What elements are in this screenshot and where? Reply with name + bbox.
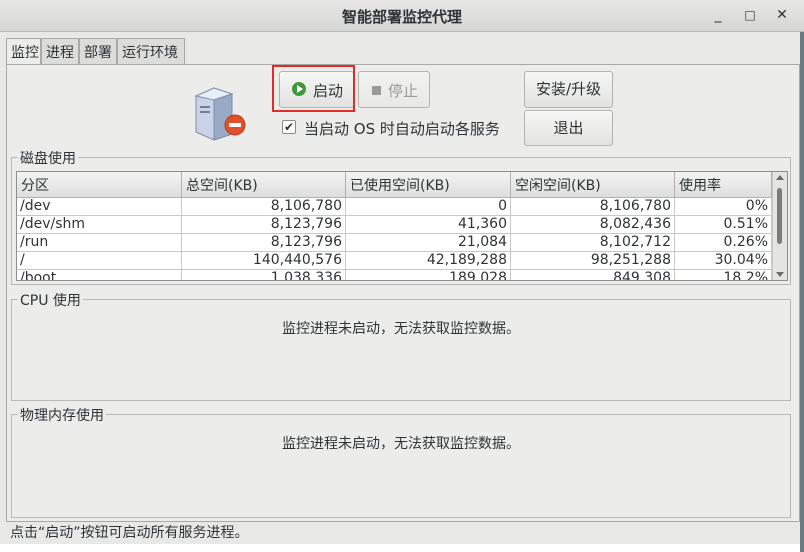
window-title: 智能部署监控代理 [341,8,462,26]
cell-used: 42,189,288 [346,252,511,270]
tab-runtime-env[interactable]: 运行环境 [117,38,185,65]
background-window-strip [0,544,804,552]
cell-total: 140,440,576 [182,252,346,270]
cell-used: 189,028 [346,270,511,280]
scroll-up-icon[interactable] [776,175,784,180]
desktop-edge [800,32,804,552]
server-stopped-icon [194,87,246,141]
column-header-total[interactable]: 总空间(KB) [182,172,346,198]
start-button-highlight [272,65,355,112]
cell-total: 1,038,336 [182,270,346,280]
cell-partition: /boot [17,270,182,280]
vertical-scrollbar[interactable] [772,172,787,280]
cell-partition: /run [17,234,182,252]
exit-button[interactable]: 退出 [524,110,613,146]
table-row[interactable]: /dev/shm 8,123,796 41,360 8,082,436 0.51… [17,216,774,234]
cell-usage-rate: 0.26% [675,234,772,252]
install-upgrade-button[interactable]: 安装/升级 [524,71,613,108]
cpu-usage-group [11,299,791,401]
title-bar: 智能部署监控代理 _ □ ✕ [0,0,804,32]
tab-processes[interactable]: 进程 [41,38,79,65]
cell-total: 8,123,796 [182,216,346,234]
cell-usage-rate: 0.51% [675,216,772,234]
cell-free: 8,102,712 [511,234,675,252]
stop-button-label: 停止 [388,82,419,100]
column-header-usage-rate[interactable]: 使用率 [675,172,772,198]
column-header-free[interactable]: 空闲空间(KB) [511,172,675,198]
cell-usage-rate: 0% [675,198,772,216]
cpu-usage-label: CPU 使用 [18,290,83,310]
memory-usage-group [11,414,791,518]
memory-status-message: 监控进程未启动，无法获取监控数据。 [282,436,520,452]
tab-monitor[interactable]: 监控 [6,38,41,66]
close-button[interactable]: ✕ [770,4,794,26]
maximize-button[interactable]: □ [738,4,762,26]
cell-used: 41,360 [346,216,511,234]
cell-partition: /dev [17,198,182,216]
stop-button[interactable]: 停止 [358,71,430,108]
scrollbar-thumb[interactable] [777,188,782,244]
cell-free: 98,251,288 [511,252,675,270]
column-header-used[interactable]: 已使用空间(KB) [346,172,511,198]
table-row[interactable]: /dev 8,106,780 0 8,106,780 0% [17,198,774,216]
column-header-partition[interactable]: 分区 [17,172,182,198]
cell-total: 8,123,796 [182,234,346,252]
autostart-checkbox[interactable]: ✔ [282,120,296,134]
cell-partition: /dev/shm [17,216,182,234]
cell-usage-rate: 18.2% [675,270,772,280]
disk-usage-label: 磁盘使用 [18,148,78,168]
stop-icon [372,86,381,95]
status-bar: 点击“启动”按钮可启动所有服务进程。 [0,522,804,544]
cell-partition: / [17,252,182,270]
cell-total: 8,106,780 [182,198,346,216]
cpu-status-message: 监控进程未启动，无法获取监控数据。 [282,321,520,337]
memory-usage-label: 物理内存使用 [18,405,106,425]
cell-free: 8,106,780 [511,198,675,216]
cell-used: 0 [346,198,511,216]
scroll-down-icon[interactable] [776,272,784,277]
minimize-button[interactable]: _ [706,4,730,26]
cell-free: 849,308 [511,270,675,280]
table-row[interactable]: / 140,440,576 42,189,288 98,251,288 30.0… [17,252,774,270]
cell-free: 8,082,436 [511,216,675,234]
tab-deploy[interactable]: 部署 [79,38,117,65]
table-row[interactable]: /boot 1,038,336 189,028 849,308 18.2% [17,270,774,280]
table-row[interactable]: /run 8,123,796 21,084 8,102,712 0.26% [17,234,774,252]
table-header: 分区 总空间(KB) 已使用空间(KB) 空闲空间(KB) 使用率 [17,172,774,198]
cell-usage-rate: 30.04% [675,252,772,270]
autostart-label: 当启动 OS 时自动启动各服务 [304,120,500,138]
disk-usage-table: 分区 总空间(KB) 已使用空间(KB) 空闲空间(KB) 使用率 /dev 8… [16,171,788,281]
cell-used: 21,084 [346,234,511,252]
